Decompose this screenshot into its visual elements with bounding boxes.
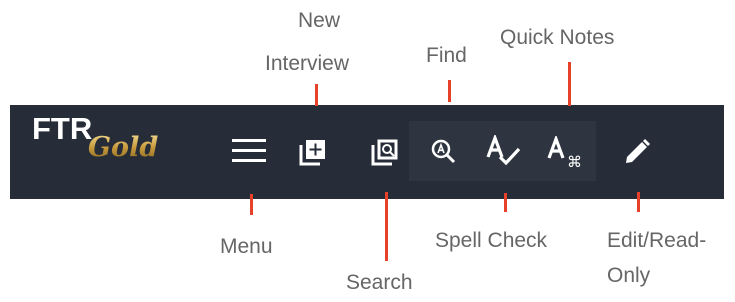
edit-read-only-label-line1: Edit/Read-: [607, 229, 707, 252]
logo-ftr-text: FTR: [32, 111, 93, 146]
quick-notes-icon[interactable]: ⌘: [547, 136, 593, 170]
menu-icon[interactable]: [229, 135, 269, 167]
spell-check-label: Spell Check: [435, 229, 548, 252]
new-interview-label-line1: New: [298, 9, 341, 32]
search-label: Search: [346, 271, 413, 294]
find-icon[interactable]: [430, 138, 458, 166]
edit-read-only-leader: [637, 192, 640, 212]
spell-check-leader: [504, 193, 507, 212]
new-interview-label-line2: Interview: [265, 52, 350, 75]
find-leader: [448, 80, 451, 102]
annotated-toolbar-figure: FTR Gold ⌘ New Interview Find Quick Note…: [0, 0, 735, 302]
menu-leader: [250, 194, 253, 215]
new-interview-leader: [315, 84, 318, 106]
spell-check-icon[interactable]: [485, 135, 525, 169]
search-icon[interactable]: [370, 137, 400, 167]
logo-gold-text: Gold: [88, 132, 159, 163]
quick-notes-label: Quick Notes: [500, 26, 615, 49]
new-interview-icon[interactable]: [298, 137, 328, 167]
menu-label: Menu: [220, 235, 273, 258]
svg-text:⌘: ⌘: [567, 153, 582, 170]
quick-notes-leader: [568, 62, 571, 106]
find-label: Find: [426, 44, 467, 67]
edit-read-only-label-line2: Only: [607, 264, 651, 287]
search-leader: [385, 192, 388, 261]
edit-read-only-icon[interactable]: [622, 137, 652, 167]
